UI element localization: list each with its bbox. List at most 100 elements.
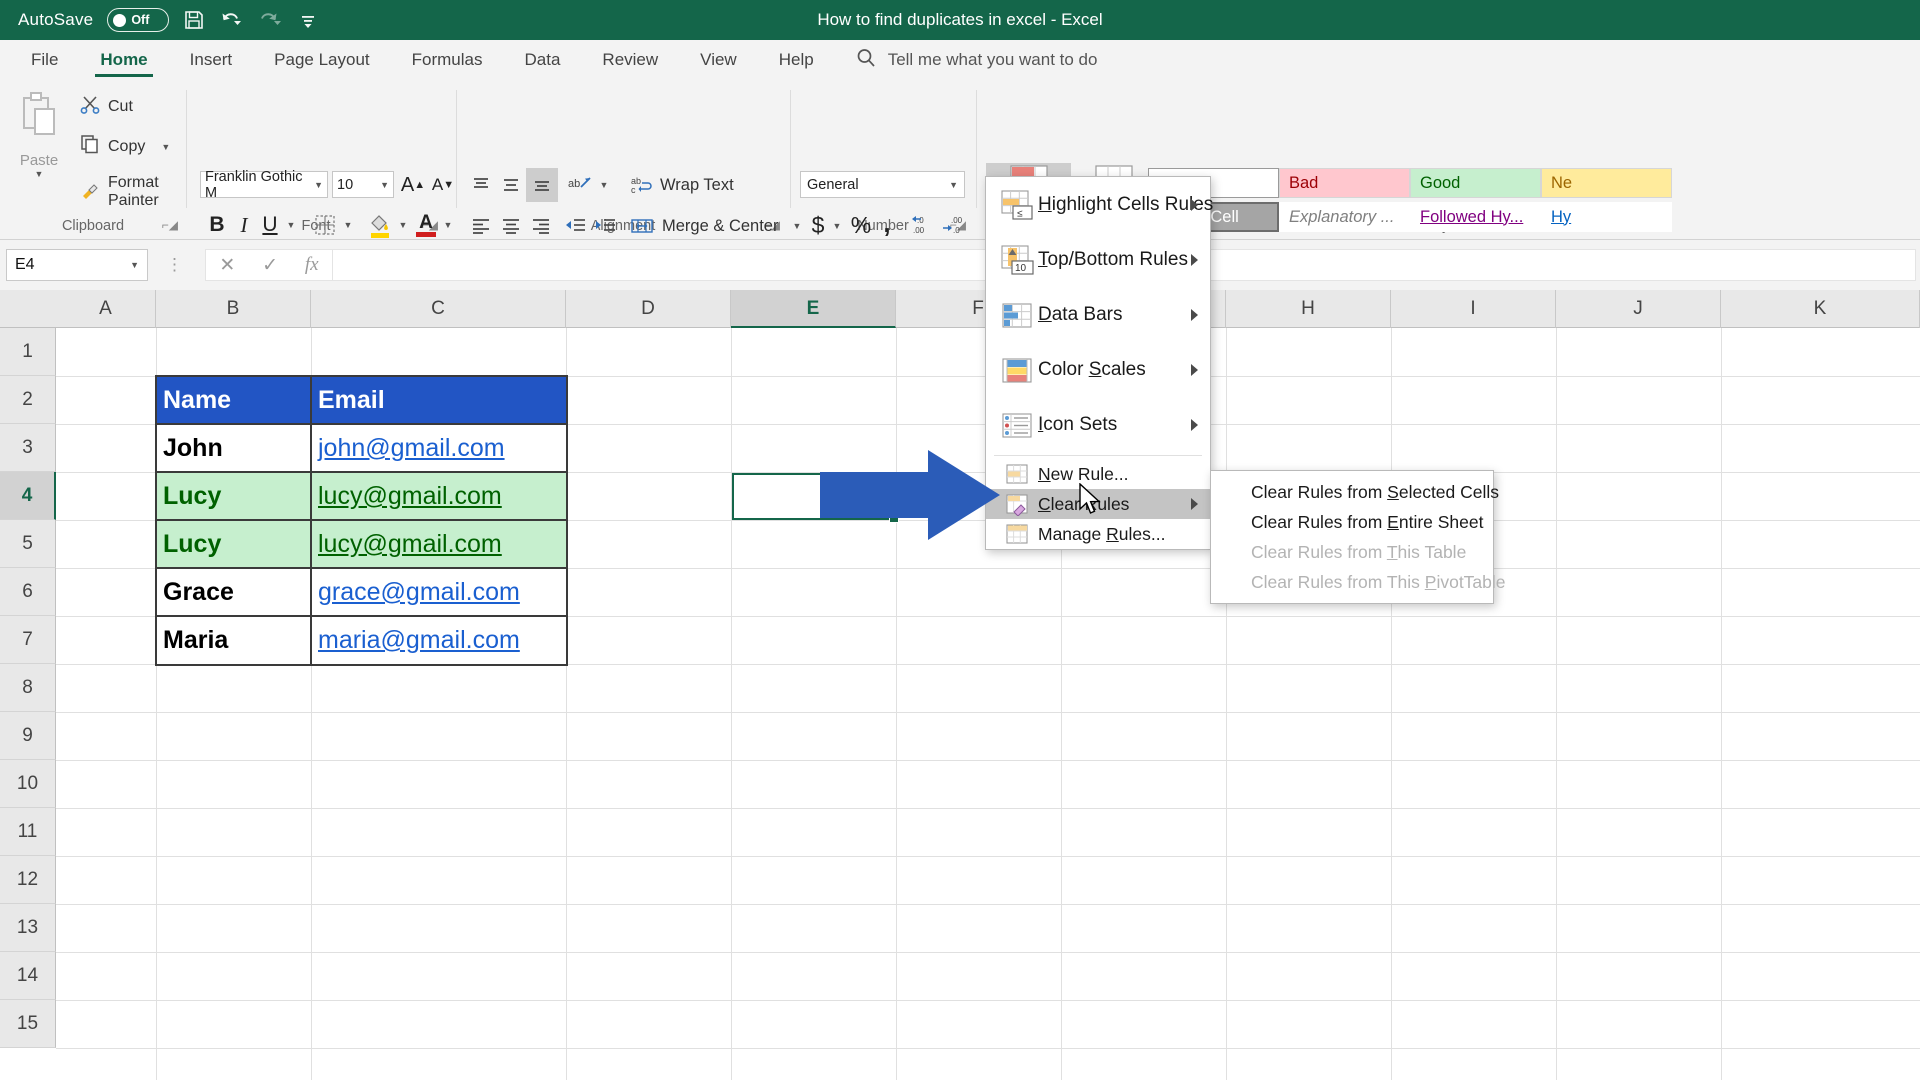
decrease-font-size-button[interactable]: A▼ <box>428 171 458 199</box>
font-name-chevron-down-icon[interactable]: ▼ <box>314 180 323 190</box>
row-header-10[interactable]: 10 <box>0 760 56 808</box>
insert-function-icon[interactable]: fx <box>305 254 319 276</box>
cell-style-neutral[interactable]: Ne <box>1541 168 1672 198</box>
name-box[interactable]: E4 ▼ <box>6 249 148 281</box>
row-header-7[interactable]: 7 <box>0 616 56 664</box>
cell-style-bad[interactable]: Bad <box>1279 168 1410 198</box>
cancel-icon[interactable]: ✕ <box>219 254 235 277</box>
row-header-6[interactable]: 6 <box>0 568 56 616</box>
underline-chevron-down-icon[interactable]: ▼ <box>283 212 299 238</box>
row-header-8[interactable]: 8 <box>0 664 56 712</box>
row-header-4[interactable]: 4 <box>0 472 56 520</box>
align-top-button[interactable] <box>466 170 496 200</box>
orientation-chevron-down-icon[interactable]: ▼ <box>596 172 612 198</box>
currency-chevron-down-icon[interactable]: ▼ <box>829 213 845 239</box>
font-color-button[interactable]: A <box>412 208 440 240</box>
font-color-chevron-down-icon[interactable]: ▼ <box>440 212 456 238</box>
row-header-13[interactable]: 13 <box>0 904 56 952</box>
cell-style-followed-hyperlink[interactable]: Followed Hy... <box>1410 202 1541 232</box>
column-header-j[interactable]: J <box>1556 290 1721 328</box>
percent-style-button[interactable]: % <box>848 210 874 240</box>
font-size-input[interactable]: 10 ▼ <box>332 171 394 198</box>
column-header-d[interactable]: D <box>566 290 731 328</box>
comma-style-button[interactable]: , <box>876 206 898 240</box>
row-header-2[interactable]: 2 <box>0 376 56 424</box>
increase-font-size-button[interactable]: A▲ <box>398 171 428 199</box>
column-header-h[interactable]: H <box>1226 290 1391 328</box>
row-header-3[interactable]: 3 <box>0 424 56 472</box>
menu-item-icon-sets[interactable]: Icon Sets <box>986 397 1210 452</box>
align-middle-button[interactable] <box>496 170 526 200</box>
increase-indent-icon[interactable] <box>591 211 621 241</box>
cut-button[interactable]: Cut <box>80 94 133 119</box>
underline-button[interactable]: U <box>257 210 283 240</box>
row-header-5[interactable]: 5 <box>0 520 56 568</box>
column-header-c[interactable]: C <box>311 290 566 328</box>
tab-review[interactable]: Review <box>581 40 679 80</box>
number-format-chevron-down-icon[interactable]: ▼ <box>949 180 958 190</box>
menu-item-top-bottom-rules[interactable]: 10 Top/Bottom Rules <box>986 232 1210 287</box>
merge-center-button[interactable]: Merge & Center ▼ <box>630 211 805 241</box>
copy-chevron-down-icon[interactable]: ▼ <box>161 142 170 152</box>
row-header-12[interactable]: 12 <box>0 856 56 904</box>
font-size-chevron-down-icon[interactable]: ▼ <box>380 180 389 190</box>
wrap-text-button[interactable]: abc Wrap Text <box>630 170 790 200</box>
align-right-button[interactable] <box>526 211 556 241</box>
menu-item-data-bars[interactable]: Data Bars <box>986 287 1210 342</box>
tab-file[interactable]: File <box>10 40 79 80</box>
increase-decimal-icon[interactable]: .0.00 <box>908 210 940 240</box>
column-header-k[interactable]: K <box>1721 290 1920 328</box>
confirm-icon[interactable]: ✓ <box>262 254 278 277</box>
redo-icon[interactable] <box>259 9 285 31</box>
clipboard-dialog-launcher[interactable]: ⌐◢ <box>162 218 178 232</box>
save-icon[interactable] <box>183 9 205 31</box>
align-bottom-button[interactable] <box>526 168 558 202</box>
customize-quick-access-icon[interactable] <box>299 9 317 31</box>
number-format-select[interactable]: General ▼ <box>800 171 965 198</box>
submenu-item-clear-rules-selected-cells[interactable]: Clear Rules from Selected Cells <box>1211 477 1493 507</box>
tab-view[interactable]: View <box>679 40 758 80</box>
italic-button[interactable]: I <box>231 210 257 240</box>
font-name-input[interactable]: Franklin Gothic M ▼ <box>200 171 328 198</box>
column-header-i[interactable]: I <box>1391 290 1556 328</box>
row-header-14[interactable]: 14 <box>0 952 56 1000</box>
tab-insert[interactable]: Insert <box>169 40 254 80</box>
tab-formulas[interactable]: Formulas <box>391 40 504 80</box>
tab-help[interactable]: Help <box>758 40 835 80</box>
row-header-15[interactable]: 15 <box>0 1000 56 1048</box>
copy-button[interactable]: Copy ▼ <box>80 134 170 159</box>
borders-icon[interactable] <box>310 210 340 240</box>
paste-button[interactable]: Paste ▼ <box>8 90 70 202</box>
tab-data[interactable]: Data <box>504 40 582 80</box>
currency-icon[interactable]: $ <box>806 210 830 240</box>
cell-style-good[interactable]: Good <box>1410 168 1541 198</box>
submenu-item-clear-rules-entire-sheet[interactable]: Clear Rules from Entire Sheet <box>1211 507 1493 537</box>
borders-chevron-down-icon[interactable]: ▼ <box>340 212 356 238</box>
row-header-1[interactable]: 1 <box>0 328 56 376</box>
align-left-button[interactable] <box>466 211 496 241</box>
decrease-decimal-icon[interactable]: .00.0 <box>940 210 972 240</box>
fill-color-chevron-down-icon[interactable]: ▼ <box>395 212 411 238</box>
menu-item-highlight-cells-rules[interactable]: ≤ Highlight Cells Rules <box>986 177 1210 232</box>
format-painter-button[interactable]: Format Painter <box>80 174 186 210</box>
bold-button[interactable]: B <box>203 210 231 240</box>
cell-style-hyperlink[interactable]: Hy <box>1541 202 1672 232</box>
tell-me-search[interactable]: Tell me what you want to do <box>855 47 1098 74</box>
row-header-11[interactable]: 11 <box>0 808 56 856</box>
column-header-a[interactable]: A <box>56 290 156 328</box>
cell-style-explanatory[interactable]: Explanatory ... <box>1279 202 1410 232</box>
orientation-icon[interactable]: ab <box>565 170 595 200</box>
decrease-indent-icon[interactable] <box>561 211 591 241</box>
align-center-button[interactable] <box>496 211 526 241</box>
paste-chevron-down-icon[interactable]: ▼ <box>35 169 44 179</box>
column-header-e[interactable]: E <box>731 290 896 328</box>
fill-color-icon[interactable] <box>365 210 395 240</box>
tab-home[interactable]: Home <box>79 40 168 80</box>
name-box-chevron-down-icon[interactable]: ▼ <box>130 260 139 270</box>
column-header-b[interactable]: B <box>156 290 311 328</box>
menu-item-color-scales[interactable]: Color Scales <box>986 342 1210 397</box>
row-header-9[interactable]: 9 <box>0 712 56 760</box>
autosave-toggle[interactable]: Off <box>107 8 169 32</box>
tab-page-layout[interactable]: Page Layout <box>253 40 390 80</box>
undo-icon[interactable] <box>219 9 245 31</box>
